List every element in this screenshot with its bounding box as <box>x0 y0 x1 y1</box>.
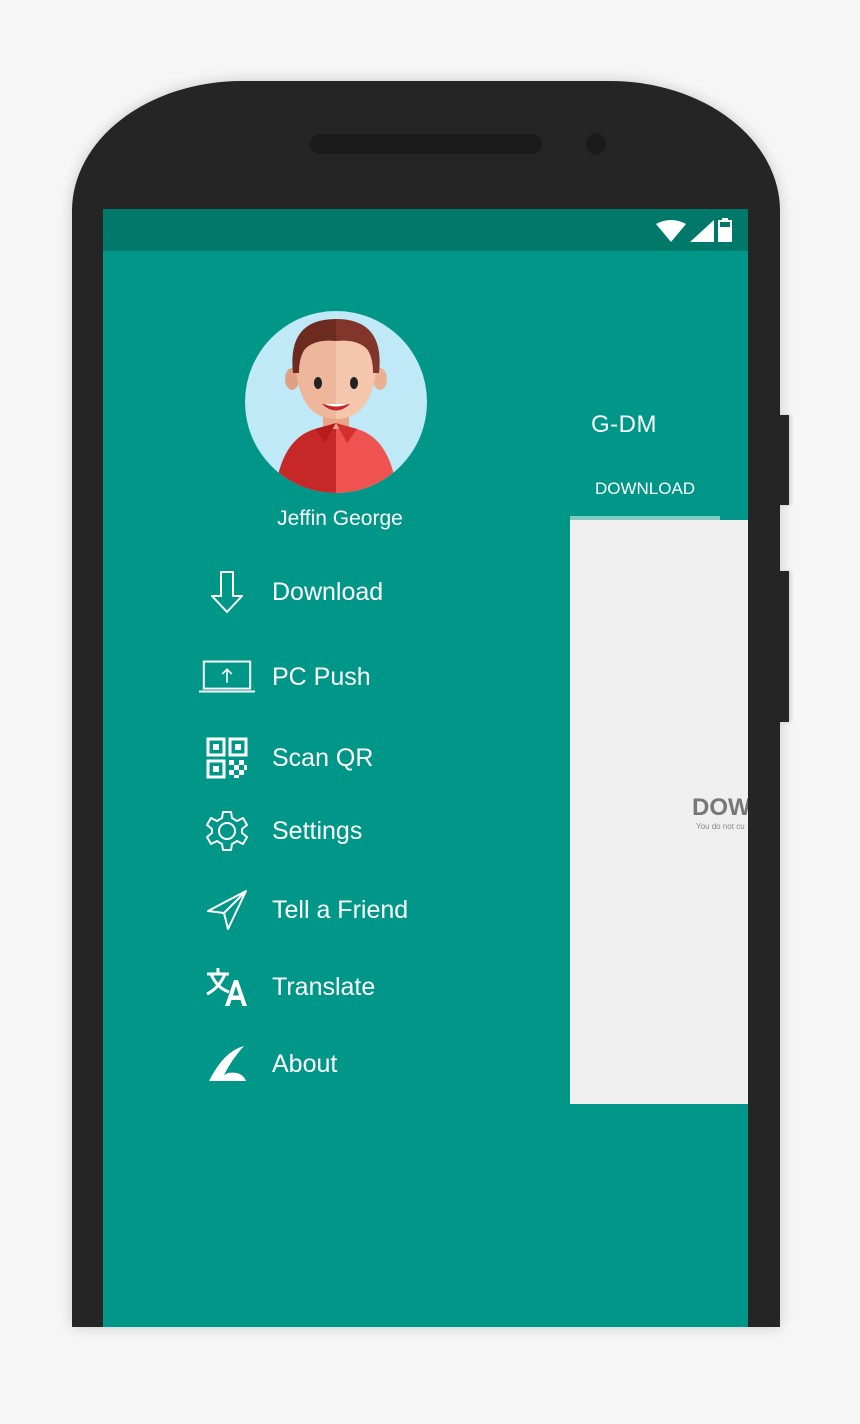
tab-download[interactable]: DOWNLOAD <box>570 479 720 499</box>
user-name: Jeffin George <box>277 507 403 530</box>
menu-item-pc-push[interactable]: PC Push <box>198 652 528 702</box>
gear-icon <box>198 806 256 856</box>
menu-label: Download <box>272 577 384 606</box>
app-logo-icon <box>198 1039 256 1089</box>
menu-item-settings[interactable]: Settings <box>198 806 528 856</box>
menu-label: PC Push <box>272 662 371 691</box>
empty-state-title: DOW <box>692 794 748 821</box>
menu-item-download[interactable]: Download <box>198 567 528 617</box>
cell-signal-icon <box>690 220 714 242</box>
qr-code-icon <box>198 733 256 783</box>
empty-state-subtitle: You do not cu <box>696 822 745 831</box>
menu-label: Translate <box>272 972 376 1001</box>
menu-label: Scan QR <box>272 743 374 772</box>
menu-label: About <box>272 1049 338 1078</box>
navigation-drawer: Jeffin George Download PC Push Scan QR S… <box>103 251 570 1327</box>
menu-label: Settings <box>272 816 363 845</box>
battery-icon <box>718 218 732 242</box>
menu-item-translate[interactable]: Translate <box>198 962 528 1012</box>
menu-item-tell-a-friend[interactable]: Tell a Friend <box>198 885 528 935</box>
translate-icon <box>198 962 256 1012</box>
laptop-upload-icon <box>198 652 256 702</box>
download-content-panel: DOW You do not cu <box>570 520 748 1104</box>
send-plane-icon <box>198 885 256 935</box>
status-bar <box>103 209 748 251</box>
wifi-icon <box>656 220 686 242</box>
menu-label: Tell a Friend <box>272 895 409 924</box>
download-arrow-icon <box>198 567 256 617</box>
phone-screen: G-DM DOWNLOAD DOW You do not cu Jeffin G… <box>103 209 748 1327</box>
app-title: G-DM <box>591 411 657 438</box>
menu-item-scan-qr[interactable]: Scan QR <box>198 733 528 783</box>
phone-speaker <box>310 134 542 154</box>
menu-item-about[interactable]: About <box>198 1039 528 1089</box>
phone-power-button <box>780 415 789 505</box>
phone-camera <box>586 133 606 155</box>
phone-volume-button <box>780 571 789 722</box>
avatar[interactable] <box>245 311 427 493</box>
avatar-illustration <box>275 319 397 493</box>
